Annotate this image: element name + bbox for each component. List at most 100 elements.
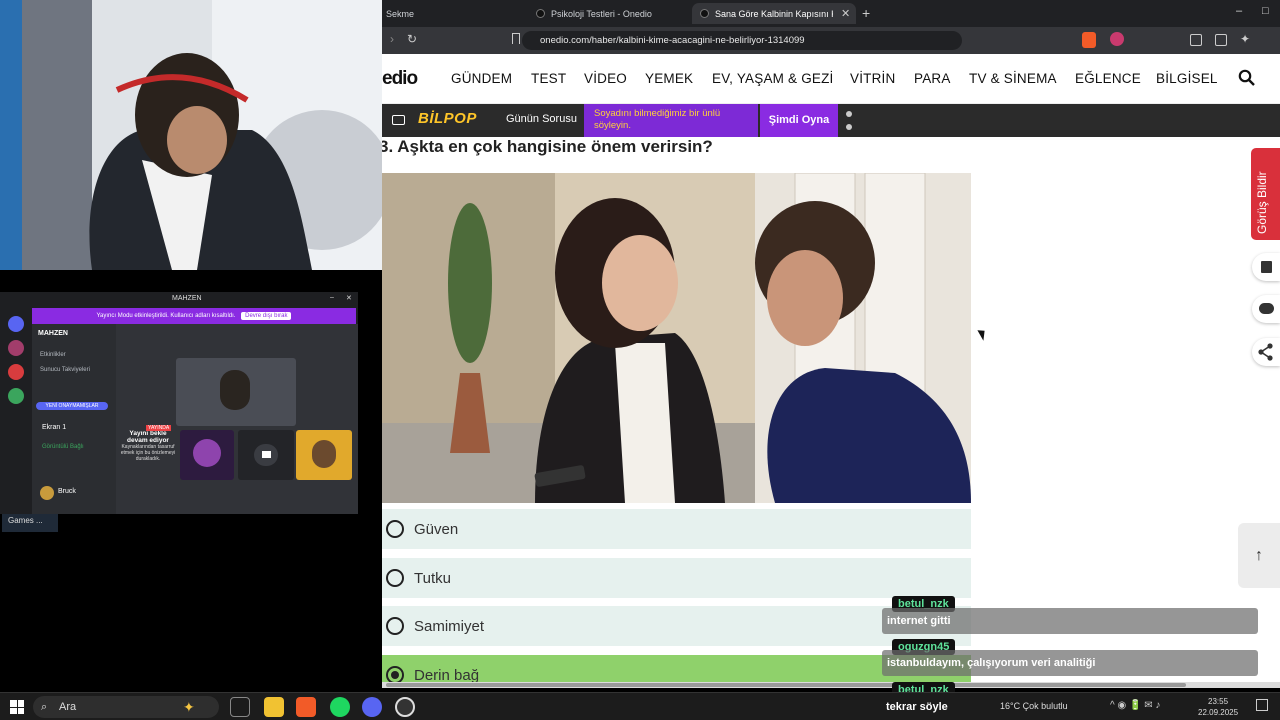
brave-browser-icon[interactable] (296, 697, 316, 717)
promo-teaser[interactable]: Soyadını bilmediğimiz bir ünlü söyleyin. (584, 104, 758, 137)
tab-label: Sekme (386, 8, 415, 19)
nav-gundem[interactable]: GÜNDEM (451, 71, 512, 86)
stream-tile[interactable] (176, 358, 296, 426)
channel-sidebar: MAHZEN Etkinlikler Sunucu Takviyeleri YE… (32, 324, 116, 514)
option-label: Güven (414, 520, 459, 538)
brave-shields-icon[interactable] (1082, 32, 1096, 48)
tab-strip: Sekme Psikoloji Testleri - Onedio Sana G… (382, 0, 1280, 27)
server-icon[interactable] (8, 340, 24, 356)
taskbar-search[interactable]: ⌕ Ara ✦ (33, 696, 219, 718)
nav-tv-sinema[interactable]: TV & SİNEMA (969, 71, 1057, 86)
tab-label: Psikoloji Testleri - Onedio (551, 8, 652, 19)
answer-option[interactable]: Tutku (382, 558, 971, 598)
discord-icon[interactable] (362, 697, 382, 717)
nav-eglence[interactable]: EĞLENCE (1075, 71, 1141, 86)
games-item[interactable]: Games ... (2, 514, 58, 532)
minimize-icon[interactable]: – (330, 294, 334, 301)
feedback-button[interactable]: Görüş Bildir (1251, 148, 1280, 240)
paused-subtitle: Kaynaklarından tasarruf etmek için bu ön… (120, 444, 176, 462)
extensions-icon[interactable]: ✦ (1240, 32, 1250, 46)
scrollbar-thumb[interactable] (386, 683, 1186, 687)
comments-icon[interactable] (1252, 295, 1280, 323)
wallet-icon[interactable] (1215, 34, 1227, 46)
browser-window: Sekme Psikoloji Testleri - Onedio Sana G… (382, 0, 1280, 688)
file-explorer-icon[interactable] (264, 697, 284, 717)
option-label: Derin bağ (414, 666, 480, 684)
url-field[interactable]: onedio.com/haber/kalbini-kime-acacagini-… (522, 31, 962, 50)
voice-status: Görüntülü Bağlı (42, 444, 84, 450)
forward-icon[interactable]: › (390, 32, 394, 46)
search-placeholder: Ara (59, 701, 77, 713)
horizontal-scrollbar[interactable] (382, 682, 1280, 688)
channel-item[interactable]: Etkinlikler (40, 352, 66, 358)
tab-active-quiz[interactable]: Sana Göre Kalbinin Kapısını Kim ✕ (692, 3, 856, 24)
desktop-icons-strip (0, 0, 22, 270)
game-controller-icon (392, 115, 405, 125)
disable-button[interactable]: Devre dışı bırak (241, 312, 292, 320)
nav-video[interactable]: VİDEO (584, 71, 627, 86)
channel-item[interactable]: Sunucu Takviyeleri (40, 367, 90, 373)
windows-taskbar: ⌕ Ara ✦ tekrar söyle 16°C Çok bulutlu ^ … (0, 692, 1280, 720)
start-icon[interactable] (10, 700, 24, 714)
banner-text: Yayıncı Modu etkinleştirildi. Kullanıcı … (96, 313, 236, 319)
stream-tile[interactable] (296, 430, 352, 480)
weather-widget[interactable]: 16°C Çok bulutlu (1000, 701, 1068, 711)
minimize-icon[interactable]: – (1236, 5, 1242, 17)
notifications-icon[interactable] (1256, 699, 1268, 711)
discord-home-icon[interactable] (8, 316, 24, 332)
bookmark-add-icon[interactable] (1252, 253, 1280, 281)
share-icon[interactable] (1252, 338, 1280, 366)
sidebar-icon[interactable] (1190, 34, 1202, 46)
carousel-dot[interactable] (846, 111, 852, 117)
radio-icon (386, 520, 404, 538)
rewards-icon[interactable] (1110, 32, 1124, 46)
reload-icon[interactable]: ↻ (407, 32, 417, 46)
new-unreads-pill[interactable]: YENİ ONAYMAMIŞLAR (36, 402, 108, 410)
stream-grid: Yayını bekle devam ediyor Kaynaklarından… (116, 324, 358, 514)
answer-option[interactable]: Güven (382, 509, 971, 549)
bookmark-icon[interactable] (512, 33, 520, 44)
close-icon[interactable]: ✕ (346, 294, 352, 302)
nav-vitrin[interactable]: VİTRİN (850, 71, 895, 86)
voice-channel-name[interactable]: Ekran 1 (42, 424, 66, 431)
nav-test[interactable]: TEST (531, 71, 566, 86)
system-tray-icons[interactable]: ^ ◉ 🔋 ✉ ♪ (1110, 700, 1160, 711)
tab-sekme[interactable]: Sekme (386, 3, 506, 24)
nav-bilgisel[interactable]: BİLGİSEL (1156, 71, 1218, 86)
carousel-dot[interactable] (846, 124, 852, 130)
paused-title: Yayını bekle devam ediyor (127, 430, 169, 444)
close-tab-icon[interactable]: ✕ (841, 7, 850, 20)
spotify-icon[interactable] (330, 697, 350, 717)
date: 22.09.2025 (1198, 708, 1239, 717)
url-text: onedio.com/haber/kalbini-kime-acacagini-… (540, 35, 805, 46)
task-view-icon[interactable] (230, 697, 250, 717)
server-icon[interactable] (8, 388, 24, 404)
scroll-to-top-button[interactable]: ↑ (1238, 523, 1280, 588)
option-label: Samimiyet (414, 617, 485, 635)
server-icon[interactable] (8, 364, 24, 380)
discord-window: MAHZEN – ✕ Yayıncı Modu etkinleştirildi.… (0, 292, 358, 514)
clock[interactable]: 23:55 22.09.2025 (1198, 696, 1238, 718)
tab-psikoloji-testleri[interactable]: Psikoloji Testleri - Onedio (536, 3, 686, 24)
onedio-favicon-icon (536, 9, 545, 18)
stream-tile[interactable] (238, 430, 294, 480)
time: 23:55 (1208, 697, 1229, 706)
obs-icon[interactable] (395, 697, 415, 717)
live-badge: YAYINDA (146, 425, 172, 431)
daily-question-label: Günün Sorusu (506, 113, 577, 125)
search-icon[interactable] (1238, 69, 1256, 87)
site-logo[interactable]: edio (382, 68, 418, 90)
stream-tile[interactable] (180, 430, 234, 480)
nav-para[interactable]: PARA (914, 71, 951, 86)
maximize-icon[interactable]: □ (1262, 5, 1269, 17)
avatar[interactable] (40, 486, 54, 500)
desktop-background: Games ... (0, 514, 358, 688)
new-tab-icon[interactable]: + (862, 5, 870, 21)
nav-ev-yasam-gezi[interactable]: EV, YAŞAM & GEZİ (712, 71, 834, 86)
chat-message: tekrar söyle (886, 701, 948, 713)
discord-titlebar: MAHZEN – ✕ (0, 292, 358, 306)
bilpop-logo[interactable]: BİLPOP (418, 110, 506, 132)
nav-yemek[interactable]: YEMEK (645, 71, 693, 86)
copilot-sparkle-icon: ✦ (183, 699, 195, 715)
play-now-button[interactable]: Şimdi Oyna (760, 104, 838, 137)
